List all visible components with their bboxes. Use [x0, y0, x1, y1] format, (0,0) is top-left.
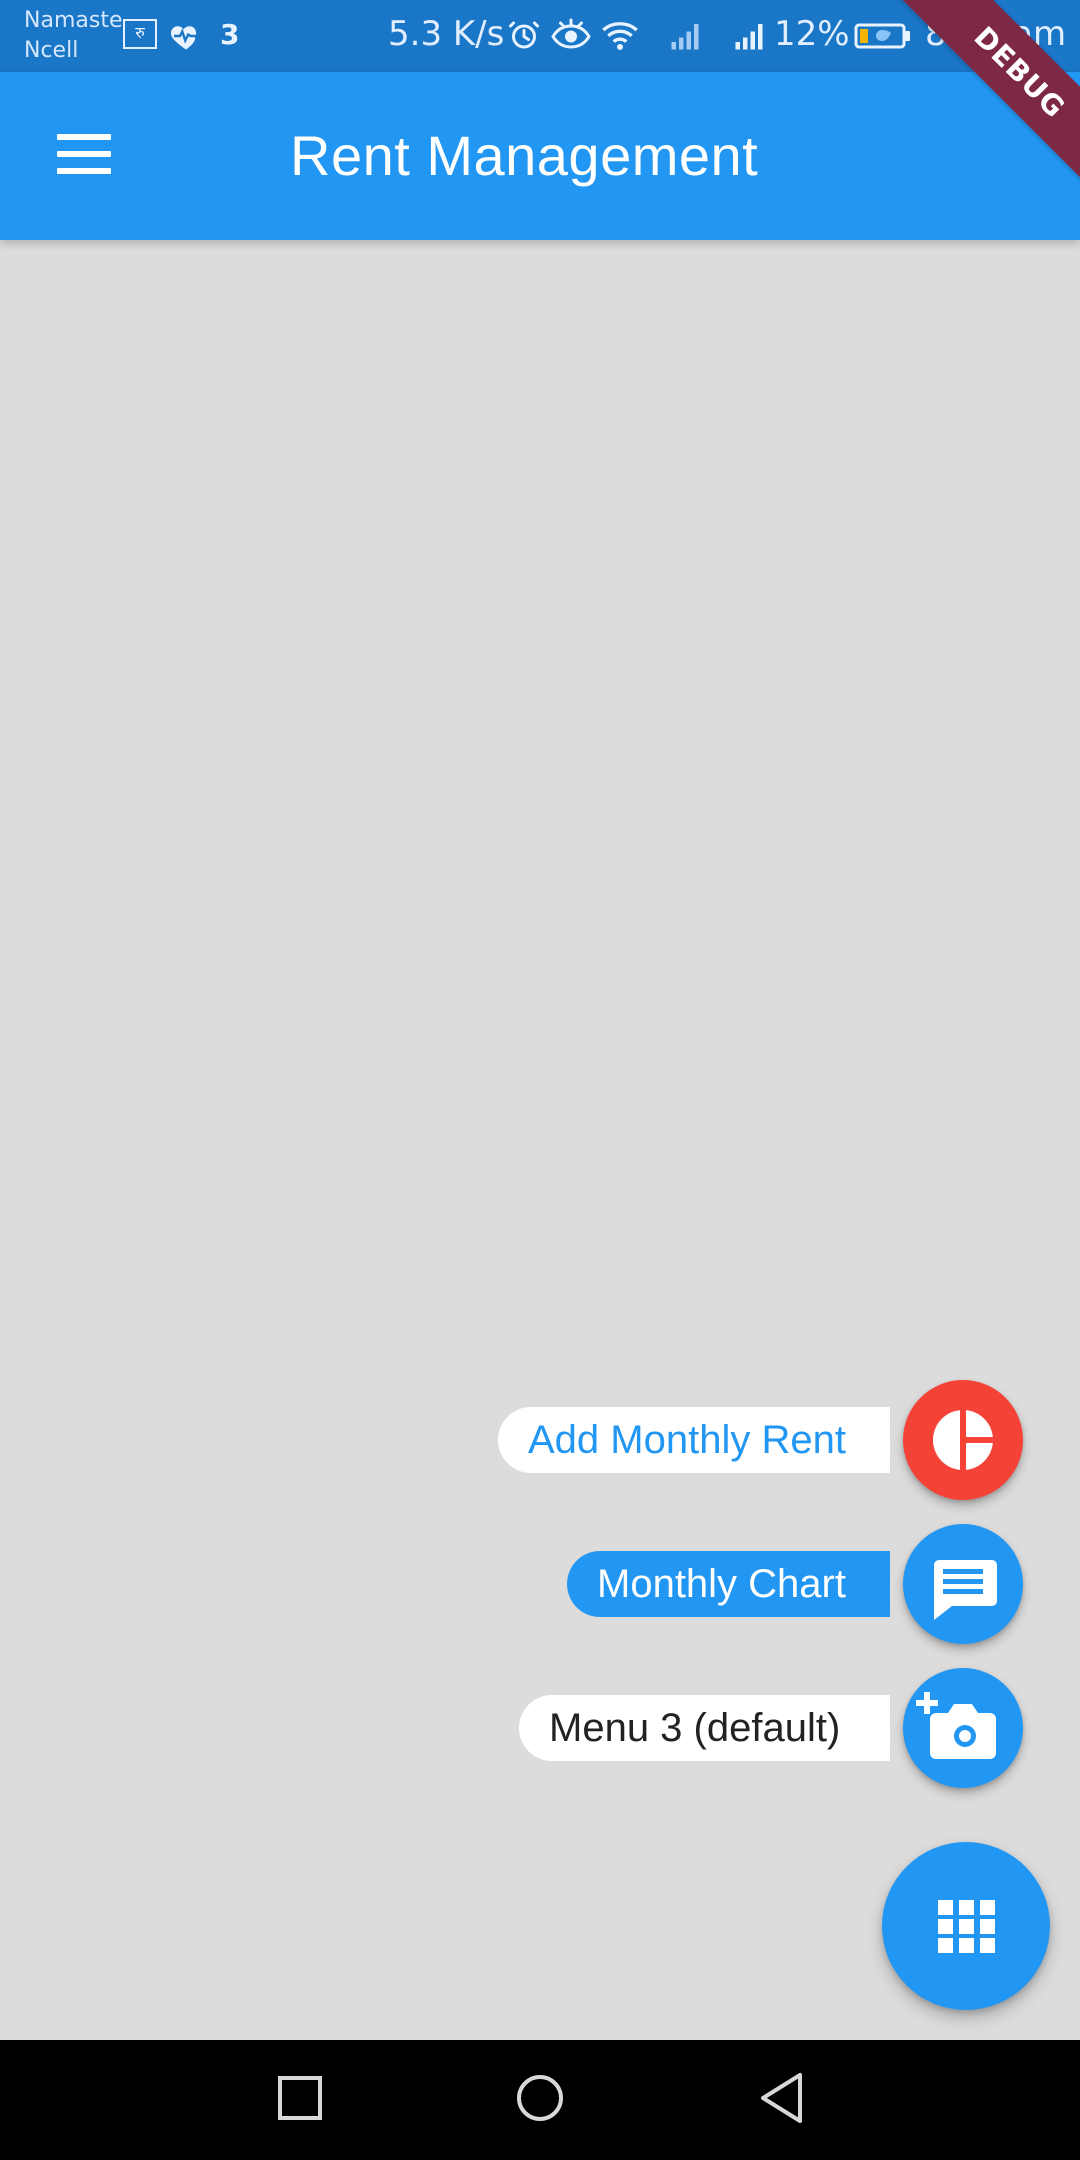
add-monthly-rent-button[interactable]: [903, 1380, 1023, 1500]
signal-icon-1: [671, 24, 699, 50]
add-monthly-rent-label[interactable]: Add Monthly Rent: [498, 1407, 890, 1473]
menu-3-label[interactable]: Menu 3 (default): [519, 1695, 890, 1761]
recents-icon: [278, 2076, 322, 2120]
menu-icon-line-3: [57, 168, 111, 174]
signal-icon-2: [735, 24, 763, 50]
recents-button[interactable]: [255, 2058, 345, 2142]
monthly-chart-label[interactable]: Monthly Chart: [567, 1551, 890, 1617]
carrier-name: Namaste Ncell: [24, 6, 122, 66]
navigation-bar: [0, 2040, 1080, 2160]
monthly-chart-button[interactable]: [903, 1524, 1023, 1644]
home-icon: [517, 2075, 563, 2121]
eye-comfort-icon: [551, 18, 591, 49]
pie-chart-icon: [933, 1410, 993, 1470]
back-button[interactable]: [735, 2058, 825, 2142]
notification-count: 3: [220, 18, 240, 51]
currency-badge: रु: [123, 19, 157, 49]
message-icon: [934, 1560, 997, 1620]
carrier-line-1: Namaste: [24, 8, 123, 33]
alarm-icon: [509, 21, 539, 49]
battery-icon: [854, 23, 910, 49]
speed-dial-main-button[interactable]: [882, 1842, 1050, 2010]
battery-percentage: 12%: [774, 14, 850, 54]
apps-grid-icon: [938, 1900, 995, 1953]
network-speed: 5.3 K/s: [388, 14, 505, 54]
menu-3-button[interactable]: [903, 1668, 1023, 1788]
app-bar: Rent Management: [0, 72, 1080, 240]
health-icon: [171, 26, 198, 50]
menu-button[interactable]: [52, 124, 116, 188]
wifi-icon: [602, 22, 638, 51]
menu-icon-line-1: [57, 134, 111, 140]
home-button[interactable]: [495, 2058, 585, 2142]
carrier-line-2: Ncell: [24, 38, 79, 63]
add-camera-icon: [916, 1692, 996, 1759]
back-icon: [761, 2073, 802, 2123]
menu-icon-line-2: [57, 151, 111, 157]
page-title: Rent Management: [290, 124, 759, 187]
